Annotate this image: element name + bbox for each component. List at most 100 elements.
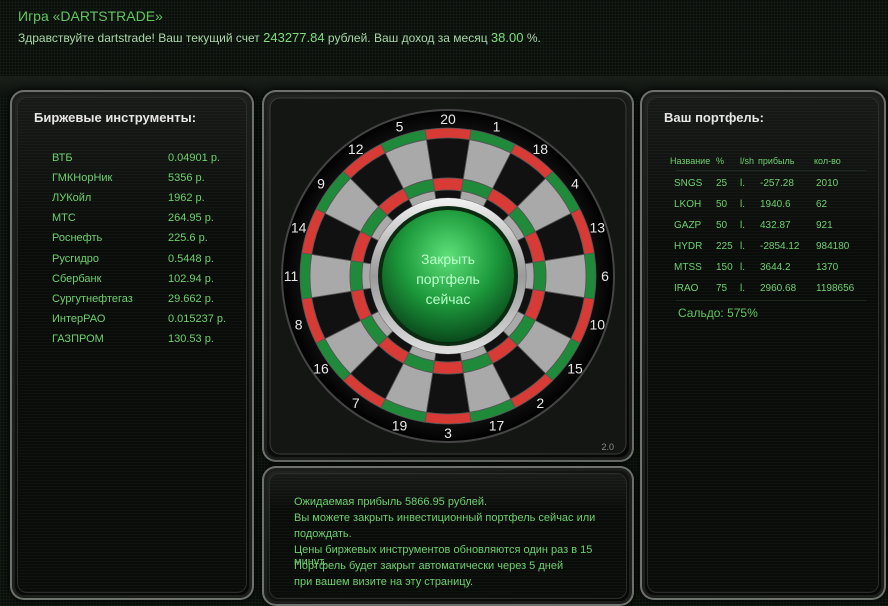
board-segment (425, 137, 471, 180)
instrument-price: 130.53 р. (168, 333, 214, 345)
balance-value: 243277.84 (263, 30, 325, 45)
row-profit: 3644.2 (760, 262, 791, 273)
board-segment (544, 253, 587, 299)
row-qty: 1370 (816, 262, 839, 273)
row-lsh: l. (740, 241, 745, 252)
close-button-line3[interactable]: сейчас (426, 291, 471, 307)
board-segment (524, 262, 535, 290)
row-lsh: l. (740, 199, 745, 210)
row-qty: 1198656 (816, 283, 855, 294)
board-number: 3 (444, 425, 452, 441)
board-number: 6 (601, 268, 609, 284)
row-qty: 984180 (816, 241, 850, 252)
close-button-line2[interactable]: портфель (416, 271, 480, 287)
close-portfolio-button[interactable]: Закрыть портфель сейчас (382, 210, 514, 342)
row-pct: 25 (716, 178, 728, 189)
column-header-qty: кол-во (814, 156, 841, 166)
header: Игра «DARTSTRADE» Здравствуйте dartstrad… (0, 0, 888, 62)
instrument-price: 0.015237 р. (168, 313, 227, 325)
row-profit: -257.28 (760, 178, 794, 189)
column-header-pct: % (716, 156, 725, 166)
instrument-name[interactable]: Русгидро (52, 253, 99, 265)
row-pct: 150 (716, 262, 733, 273)
instrument-name[interactable]: ЛУКойл (52, 192, 91, 204)
instrument-price: 0.5448 р. (168, 253, 214, 265)
instrument-name[interactable]: ИнтерРАО (52, 313, 105, 325)
row-name: MTSS (674, 262, 702, 273)
board-number: 11 (284, 268, 299, 284)
board-number: 17 (489, 417, 505, 433)
row-lsh: l. (740, 220, 745, 231)
row-name: GAZP (674, 220, 702, 231)
message-line: Ожидаемая прибыль 5866.95 рублей. (294, 496, 488, 508)
row-qty: 921 (816, 220, 833, 231)
welcome-suffix: %. (526, 31, 541, 45)
row-lsh: l. (740, 178, 745, 189)
row-profit: 2960.68 (760, 283, 797, 294)
instrument-name[interactable]: МТС (52, 212, 76, 224)
board-number: 4 (571, 176, 579, 192)
board-segment (349, 260, 364, 292)
header-divider (676, 170, 866, 171)
column-header-lsh: l/sh (740, 156, 755, 166)
instrument-name[interactable]: Роснефть (52, 232, 102, 244)
instrument-price: 5356 р. (168, 172, 205, 184)
instrument-price: 102.94 р. (168, 273, 214, 285)
instrument-name[interactable]: Сбербанк (52, 273, 101, 285)
instrument-name[interactable]: ГМКНорНик (52, 172, 112, 184)
row-profit: 1940.6 (760, 199, 791, 210)
instrument-name[interactable]: ВТБ (52, 152, 73, 164)
message-panel: Ожидаемая прибыль 5866.95 рублей. Вы мож… (262, 466, 634, 606)
instruments-title: Биржевые инструменты: (34, 110, 197, 125)
board-number: 7 (352, 395, 360, 411)
row-pct: 50 (716, 199, 728, 210)
version-label: 2.0 (601, 442, 614, 452)
message-line: при вашем визите на эту страницу. (294, 576, 474, 588)
portfolio-panel-inner: Ваш портфель: Название % l/sh прибыль ко… (647, 97, 879, 593)
message-panel-inner: Ожидаемая прибыль 5866.95 рублей. Вы мож… (269, 473, 627, 599)
row-pct: 225 (716, 241, 733, 252)
instrument-name[interactable]: Сургутнефтегаз (52, 293, 133, 305)
instrument-price: 29.662 р. (168, 293, 214, 305)
column-header-profit: прибыль (758, 156, 795, 166)
row-qty: 62 (816, 199, 828, 210)
board-segment (432, 360, 464, 375)
board-number: 10 (590, 317, 606, 333)
board-segment (434, 189, 462, 200)
row-lsh: l. (740, 262, 745, 273)
rows-divider (676, 300, 866, 301)
welcome-mid: рублей. Ваш доход за месяц (327, 31, 488, 45)
portfolio-panel: Ваш портфель: Название % l/sh прибыль ко… (640, 90, 886, 600)
dartboard-panel: 20 1 18 4 13 6 10 15 2 17 3 19 7 16 8 11 14 9 12 5 Закрыть … (262, 90, 634, 462)
message-line: подождать. (294, 528, 352, 540)
board-number: 13 (590, 219, 606, 235)
instrument-price: 1962 р. (168, 192, 205, 204)
board-segment (361, 262, 372, 290)
board-number: 19 (392, 417, 408, 433)
instrument-price: 264.95 р. (168, 212, 214, 224)
row-pct: 75 (716, 283, 728, 294)
dartboard: 20 1 18 4 13 6 10 15 2 17 3 19 7 16 8 11 14 9 12 5 Закрыть … (269, 97, 627, 455)
instruments-panel: Биржевые инструменты: ВТБ 0.04901 р. ГМК… (10, 90, 254, 600)
message-line: Вы можете закрыть инвестиционный портфел… (294, 512, 596, 524)
board-segment (425, 372, 471, 415)
board-segment (532, 260, 547, 292)
instrument-name[interactable]: ГАЗПРОМ (52, 333, 104, 345)
row-pct: 50 (716, 220, 728, 231)
board-number: 8 (295, 317, 303, 333)
board-segment (434, 352, 462, 363)
row-profit: -2854.12 (760, 241, 800, 252)
row-name: LKOH (674, 199, 702, 210)
saldo-value: Сальдо: 575% (678, 306, 758, 320)
instruments-panel-inner: Биржевые инструменты: ВТБ 0.04901 р. ГМК… (17, 97, 247, 593)
row-profit: 432.87 (760, 220, 791, 231)
welcome-line: Здравствуйте dartstrade! Ваш текущий сче… (18, 30, 541, 45)
message-line: Портфель будет закрыт автоматически чере… (294, 560, 564, 572)
column-header-name: Название (670, 156, 711, 166)
board-number: 18 (532, 141, 548, 157)
row-qty: 2010 (816, 178, 839, 189)
board-number: 9 (317, 176, 325, 192)
portfolio-title: Ваш портфель: (664, 110, 765, 125)
close-button-line1[interactable]: Закрыть (421, 251, 475, 267)
row-lsh: l. (740, 283, 745, 294)
